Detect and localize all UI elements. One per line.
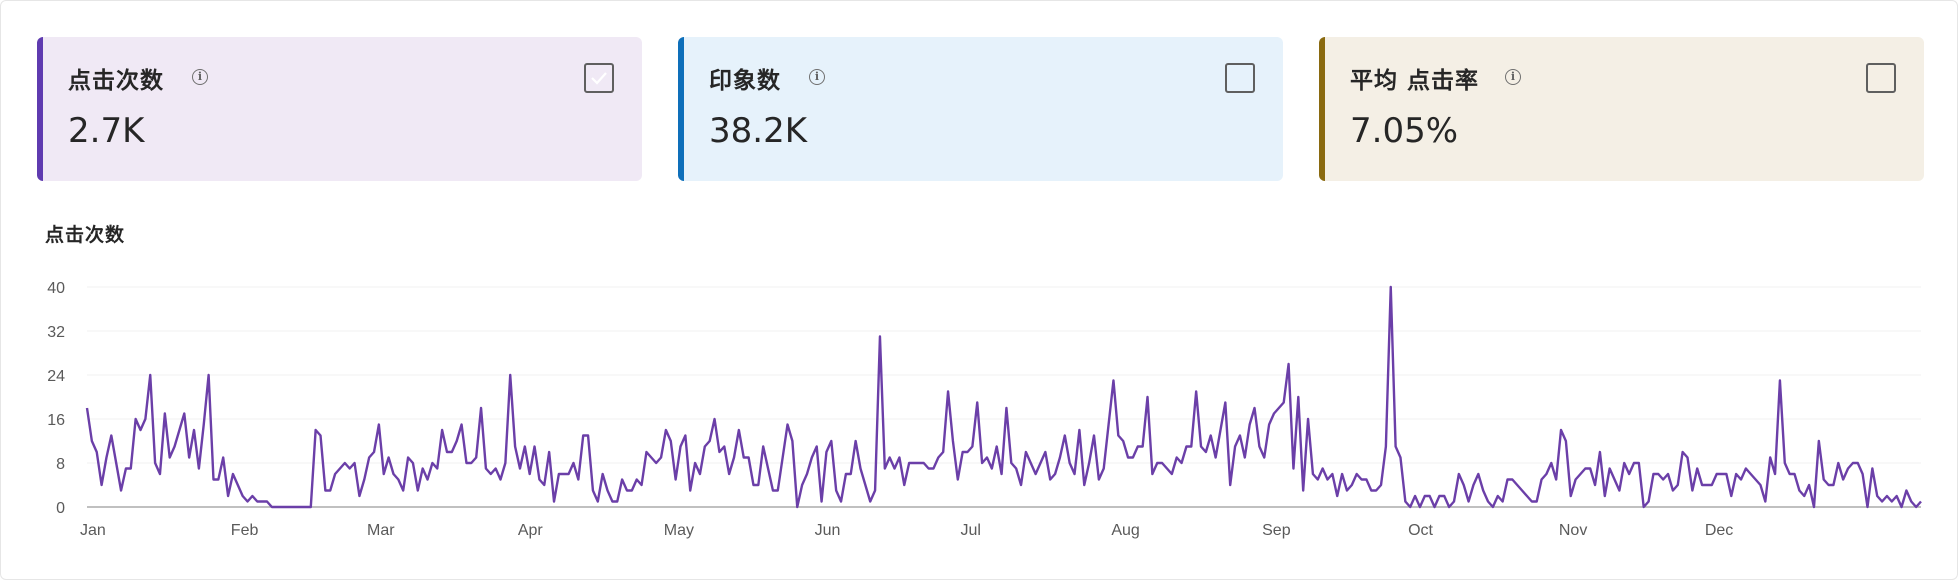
chart-title: 点击次数	[45, 224, 126, 246]
card-value: 7.05%	[1350, 111, 1459, 151]
card-value: 38.2K	[709, 111, 807, 151]
y-tick-label: 8	[56, 456, 65, 473]
series-line	[85, 285, 1922, 509]
checkmark-icon	[591, 72, 607, 85]
checkbox-unchecked[interactable]	[1866, 63, 1896, 93]
card-value: 2.7K	[68, 111, 145, 151]
x-tick-label: Feb	[231, 522, 259, 539]
y-tick-label: 32	[47, 324, 65, 341]
card-title: 平均 点击率	[1350, 68, 1480, 94]
y-tick-label: 0	[56, 500, 65, 517]
x-tick-label: Mar	[367, 522, 395, 539]
card-title: 点击次数	[68, 68, 164, 94]
x-tick-label: Aug	[1111, 522, 1139, 539]
x-tick-label: Jul	[961, 522, 981, 539]
x-tick-label: May	[664, 522, 694, 539]
checkbox-checked[interactable]	[584, 63, 614, 93]
card-title: 印象数	[709, 68, 781, 94]
y-tick-label: 40	[47, 280, 65, 297]
x-tick-label: Jun	[815, 522, 841, 539]
metric-cards: 点击次数 i 2.7K 印象数 i 38.2K 平均 点击率 i 7.05%	[37, 37, 1925, 181]
info-icon[interactable]: i	[1505, 69, 1521, 85]
x-tick-label: Jan	[80, 522, 106, 539]
y-tick-label: 16	[47, 412, 65, 429]
checkbox-unchecked[interactable]	[1225, 63, 1255, 93]
info-icon[interactable]: i	[809, 69, 825, 85]
x-tick-label: Apr	[518, 522, 544, 539]
x-tick-label: Sep	[1262, 522, 1291, 539]
card-impressions[interactable]: 印象数 i 38.2K	[678, 37, 1283, 181]
card-ctr[interactable]: 平均 点击率 i 7.05%	[1319, 37, 1924, 181]
x-tick-label: Oct	[1408, 522, 1433, 539]
info-icon[interactable]: i	[192, 69, 208, 85]
clicks-line-chart: 0 8 16 24 32 40 Jan Feb Mar Apr May Jun Jul Aug Sep Oct…	[47, 280, 1922, 539]
y-tick-label: 24	[47, 368, 65, 385]
x-tick-label: Dec	[1705, 522, 1733, 539]
card-clicks[interactable]: 点击次数 i 2.7K	[37, 37, 642, 181]
x-tick-label: Nov	[1559, 522, 1587, 539]
